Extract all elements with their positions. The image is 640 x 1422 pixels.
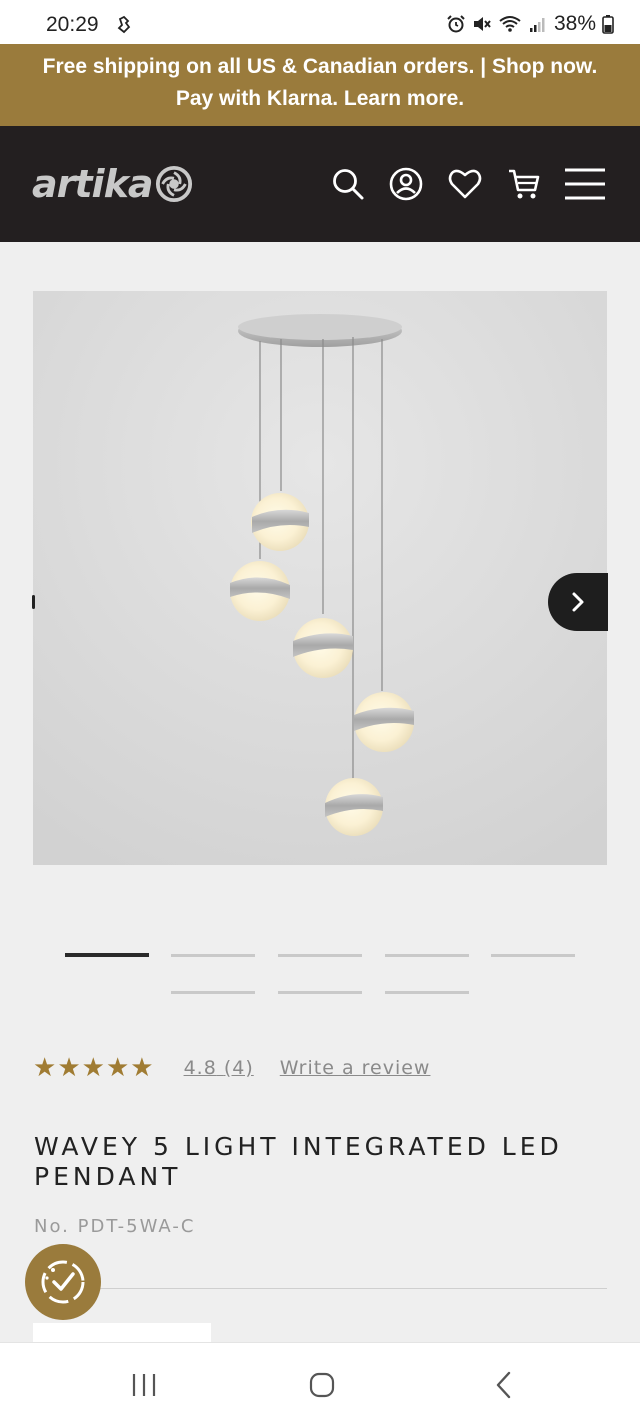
back-icon [496, 1371, 511, 1399]
status-bar: 20:29 38% [0, 0, 640, 44]
slide-indicator-7[interactable] [278, 991, 362, 994]
divider [33, 1288, 607, 1289]
star-icon: ★ [130, 1053, 154, 1083]
slide-indicator-5[interactable] [491, 954, 575, 957]
slide-indicator-3[interactable] [278, 954, 362, 957]
status-time: 20:29 [46, 13, 99, 36]
chevron-right-icon [572, 592, 584, 612]
product-sku: No. PDT-5WA-C [34, 1216, 196, 1237]
star-icon: ★ [57, 1053, 81, 1083]
search-icon[interactable] [328, 164, 368, 204]
site-header: artika [0, 126, 640, 242]
mute-icon [473, 17, 491, 31]
rating-row: ★ ★ ★ ★ ★ 4.8 (4) Write a review [33, 1053, 430, 1083]
rating-value: 4.8 [183, 1057, 217, 1079]
logo-swirl-icon [155, 165, 192, 203]
home-icon [309, 1372, 335, 1398]
recent-apps-button[interactable] [124, 1365, 164, 1405]
alarm-icon [447, 15, 465, 33]
cart-icon[interactable] [504, 164, 544, 204]
menu-icon[interactable] [562, 164, 608, 204]
home-button[interactable] [302, 1365, 342, 1405]
battery-icon [602, 15, 614, 34]
star-icon: ★ [33, 1053, 57, 1083]
rating-summary-link[interactable]: 4.8 (4) [184, 1057, 254, 1079]
badge-check-icon [41, 1260, 85, 1304]
signal-icon [529, 18, 545, 32]
logo-text: artika [32, 162, 153, 206]
notification-icon [117, 15, 131, 34]
write-review-link[interactable]: Write a review [280, 1057, 431, 1079]
promo-banner[interactable]: Free shipping on all US & Canadian order… [0, 44, 640, 126]
slide-indicator-1[interactable] [65, 953, 149, 957]
product-image-gallery[interactable] [33, 291, 607, 865]
wifi-icon [499, 16, 521, 32]
recent-apps-icon [132, 1374, 156, 1396]
star-icon: ★ [105, 1053, 130, 1083]
back-button[interactable] [484, 1365, 524, 1405]
accessibility-badge-button[interactable] [25, 1244, 101, 1320]
star-rating: ★ ★ ★ ★ ★ [33, 1055, 154, 1081]
star-icon: ★ [81, 1053, 105, 1083]
slide-indicator-2[interactable] [171, 954, 255, 957]
artika-logo[interactable]: artika [32, 162, 193, 206]
promo-line-klarna[interactable]: Pay with Klarna. Learn more. [0, 83, 640, 115]
product-title: WAVEY 5 LIGHT INTEGRATED LED PENDANT [34, 1132, 563, 1191]
wishlist-heart-icon[interactable] [445, 164, 485, 204]
slide-indicator-8[interactable] [385, 991, 469, 994]
battery-percent: 38% [553, 12, 596, 35]
previous-slide-hint[interactable] [32, 595, 35, 609]
account-icon[interactable] [386, 164, 426, 204]
slide-indicator-6[interactable] [171, 991, 255, 994]
product-photo [33, 291, 607, 865]
android-nav-bar [0, 1342, 640, 1422]
slide-indicator-4[interactable] [385, 954, 469, 957]
next-slide-button[interactable] [548, 573, 608, 631]
rating-count: (4) [223, 1057, 254, 1079]
status-icons: 38% [446, 12, 614, 36]
promo-line-shipping[interactable]: Free shipping on all US & Canadian order… [0, 51, 640, 83]
